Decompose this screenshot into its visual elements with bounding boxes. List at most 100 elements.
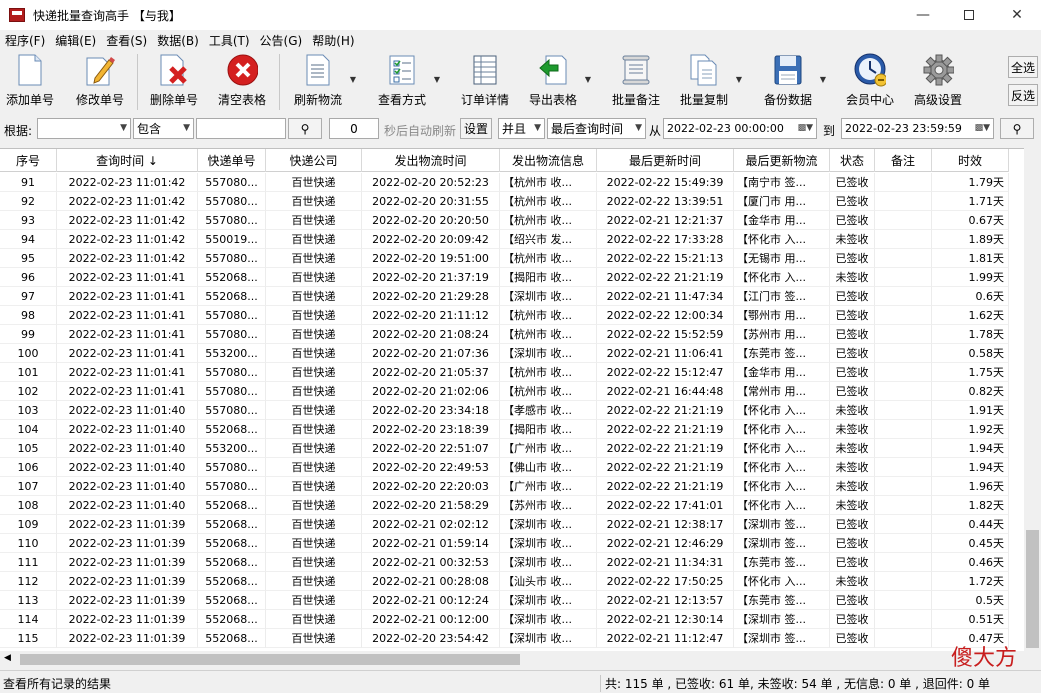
table-row[interactable]: 99 2022-02-23 11:01:41 557080... 百世快递 2022-0… <box>0 325 1009 344</box>
col-status-header[interactable]: 状态 <box>830 149 875 172</box>
backup-data-button[interactable]: 备份数据 ▼ <box>764 53 826 111</box>
vertical-scrollbar[interactable] <box>1024 148 1041 651</box>
table-row[interactable]: 100 2022-02-23 11:01:41 553200... 百世快递 2022-… <box>0 344 1009 363</box>
table-row[interactable]: 102 2022-02-23 11:01:41 557080... 百世快递 2022-… <box>0 382 1009 401</box>
table-row[interactable]: 114 2022-02-23 11:01:39 552068... 百世快递 2022-… <box>0 610 1009 629</box>
menu-data[interactable]: 数据(B) <box>157 32 199 49</box>
match-select[interactable]: 包含 ▼ <box>133 118 194 139</box>
dropdown-arrow-icon[interactable]: ▼ <box>350 75 356 84</box>
table-row[interactable]: 93 2022-02-23 11:01:42 557080... 百世快递 2022-0… <box>0 211 1009 230</box>
col-tracking-no-cell: 552068... <box>198 610 266 629</box>
table-row[interactable]: 92 2022-02-23 11:01:42 557080... 百世快递 2022-0… <box>0 192 1009 211</box>
field-select[interactable]: 最后查询时间 ▼ <box>547 118 646 139</box>
col-duration-header[interactable]: 时效 <box>932 149 1009 172</box>
col-last-update-time-header[interactable]: 最后更新时间 <box>597 149 734 172</box>
advanced-settings-button[interactable]: 高级设置 <box>914 53 962 111</box>
col-query-time-cell: 2022-02-23 11:01:42 <box>57 173 198 192</box>
table-row[interactable]: 109 2022-02-23 11:01:39 552068... 百世快递 2022-… <box>0 515 1009 534</box>
table-row[interactable]: 98 2022-02-23 11:01:41 557080... 百世快递 2022-0… <box>0 306 1009 325</box>
col-ship-info-header[interactable]: 发出物流信息 <box>500 149 597 172</box>
advanced-settings-label: 高级设置 <box>914 93 963 107</box>
table-row[interactable]: 106 2022-02-23 11:01:40 557080... 百世快递 2022-… <box>0 458 1009 477</box>
table-row[interactable]: 110 2022-02-23 11:01:39 552068... 百世快递 2022-… <box>0 534 1009 553</box>
clear-table-button[interactable]: 清空表格 <box>218 53 266 111</box>
order-details-button[interactable]: 订单详情 <box>461 53 509 111</box>
col-last-update-time-cell: 2022-02-22 15:49:39 <box>597 173 734 192</box>
edit-number-button[interactable]: 修改单号 <box>76 53 124 111</box>
table-row[interactable]: 95 2022-02-23 11:01:42 557080... 百世快递 2022-0… <box>0 249 1009 268</box>
col-tracking-no-cell: 557080... <box>198 477 266 496</box>
select-all-button[interactable]: 全选 <box>1008 56 1038 78</box>
to-datetime-picker[interactable]: 2022-02-23 23:59:59 ▩▼ <box>841 118 994 139</box>
dropdown-arrow-icon[interactable]: ▼ <box>585 75 591 84</box>
invert-selection-button[interactable]: 反选 <box>1008 84 1038 106</box>
col-last-update-info-cell: 【苏州市 用... <box>734 325 830 344</box>
basis-select[interactable]: ▼ <box>37 118 131 139</box>
col-last-update-info-header[interactable]: 最后更新物流 <box>734 149 830 172</box>
col-note-cell <box>875 287 932 306</box>
col-index-header[interactable]: 序号 <box>0 149 57 172</box>
delete-number-button[interactable]: 删除单号 <box>150 53 198 111</box>
col-duration-cell: 1.96天 <box>932 477 1009 496</box>
table-row[interactable]: 101 2022-02-23 11:01:41 557080... 百世快递 2022-… <box>0 363 1009 382</box>
member-center-button[interactable]: 会员中心 <box>846 53 894 111</box>
table-row[interactable]: 105 2022-02-23 11:01:40 553200... 百世快递 2022-… <box>0 439 1009 458</box>
table-row[interactable]: 115 2022-02-23 11:01:39 552068... 百世快递 2022-… <box>0 629 1009 648</box>
dropdown-arrow-icon[interactable]: ▼ <box>736 75 742 84</box>
results-table[interactable]: 序号 查询时间 ↓ 快递单号 快递公司 发出物流时间 发出物流信息 最后更新时间 最后更新物流… <box>0 148 1024 651</box>
table-row[interactable]: 108 2022-02-23 11:01:40 552068... 百世快递 2022-… <box>0 496 1009 515</box>
dropdown-arrow-icon[interactable]: ▼ <box>820 75 826 84</box>
horizontal-scrollbar[interactable]: ◀ <box>0 651 1024 668</box>
table-row[interactable]: 97 2022-02-23 11:01:41 552068... 百世快递 2022-0… <box>0 287 1009 306</box>
col-query-time-header[interactable]: 查询时间 ↓ <box>57 149 198 172</box>
add-number-button[interactable]: 添加单号 <box>6 53 54 111</box>
menu-view[interactable]: 查看(S) <box>106 32 147 49</box>
table-row[interactable]: 113 2022-02-23 11:01:39 552068... 百世快递 2022-… <box>0 591 1009 610</box>
table-row[interactable]: 112 2022-02-23 11:01:39 552068... 百世快递 2022-… <box>0 572 1009 591</box>
maximize-button[interactable] <box>946 0 992 30</box>
set-button[interactable]: 设置 <box>460 118 492 139</box>
table-row[interactable]: 103 2022-02-23 11:01:40 557080... 百世快递 2022-… <box>0 401 1009 420</box>
col-note-cell <box>875 572 932 591</box>
refresh-seconds-input[interactable]: 0 <box>329 118 379 139</box>
menu-tools[interactable]: 工具(T) <box>209 32 250 49</box>
col-note-cell <box>875 344 932 363</box>
export-table-button[interactable]: 导出表格 ▼ <box>529 53 591 111</box>
table-row[interactable]: 94 2022-02-23 11:01:42 550019... 百世快递 2022-0… <box>0 230 1009 249</box>
search-button[interactable]: ⚲ <box>288 118 322 139</box>
table-row[interactable]: 104 2022-02-23 11:01:40 552068... 百世快递 2022-… <box>0 420 1009 439</box>
close-button[interactable]: ✕ <box>994 0 1040 30</box>
scroll-left-icon[interactable]: ◀ <box>4 653 11 663</box>
col-index-cell: 111 <box>0 553 57 572</box>
col-last-update-info-cell: 【鄂州市 用... <box>734 306 830 325</box>
table-row[interactable]: 107 2022-02-23 11:01:40 557080... 百世快递 2022-… <box>0 477 1009 496</box>
col-courier-header[interactable]: 快递公司 <box>266 149 362 172</box>
col-ship-time-cell: 2022-02-20 21:02:06 <box>362 382 500 401</box>
scroll-thumb[interactable] <box>20 654 520 665</box>
menu-program[interactable]: 程序(F) <box>5 32 45 49</box>
keyword-input[interactable] <box>196 118 286 139</box>
query-button[interactable]: ⚲ <box>1000 118 1034 139</box>
refresh-logistics-button[interactable]: 刷新物流 ▼ <box>294 53 356 111</box>
table-row[interactable]: 96 2022-02-23 11:01:41 552068... 百世快递 2022-0… <box>0 268 1009 287</box>
table-row[interactable]: 111 2022-02-23 11:01:39 552068... 百世快递 2022-… <box>0 553 1009 572</box>
scroll-thumb[interactable] <box>1026 530 1039 648</box>
col-ship-time-header[interactable]: 发出物流时间 <box>362 149 500 172</box>
minimize-button[interactable]: — <box>900 0 946 30</box>
col-tracking-no-cell: 557080... <box>198 458 266 477</box>
batch-copy-button[interactable]: 批量复制 ▼ <box>680 53 742 111</box>
dropdown-arrow-icon[interactable]: ▼ <box>434 75 440 84</box>
col-note-header[interactable]: 备注 <box>875 149 932 172</box>
table-row[interactable]: 91 2022-02-23 11:01:42 557080... 百世快递 2022-0… <box>0 173 1009 192</box>
col-tracking-no-header[interactable]: 快递单号 <box>198 149 266 172</box>
menu-edit[interactable]: 编辑(E) <box>55 32 96 49</box>
menu-help[interactable]: 帮助(H) <box>312 32 354 49</box>
col-tracking-no-cell: 552068... <box>198 553 266 572</box>
logic-select[interactable]: 并且 ▼ <box>498 118 545 139</box>
col-courier-cell: 百世快递 <box>266 382 362 401</box>
col-duration-cell: 0.5天 <box>932 591 1009 610</box>
menu-notice[interactable]: 公告(G) <box>260 32 303 49</box>
batch-note-button[interactable]: 批量备注 <box>612 53 660 111</box>
view-mode-button[interactable]: 查看方式 ▼ <box>378 53 440 111</box>
from-datetime-picker[interactable]: 2022-02-23 00:00:00 ▩▼ <box>663 118 817 139</box>
